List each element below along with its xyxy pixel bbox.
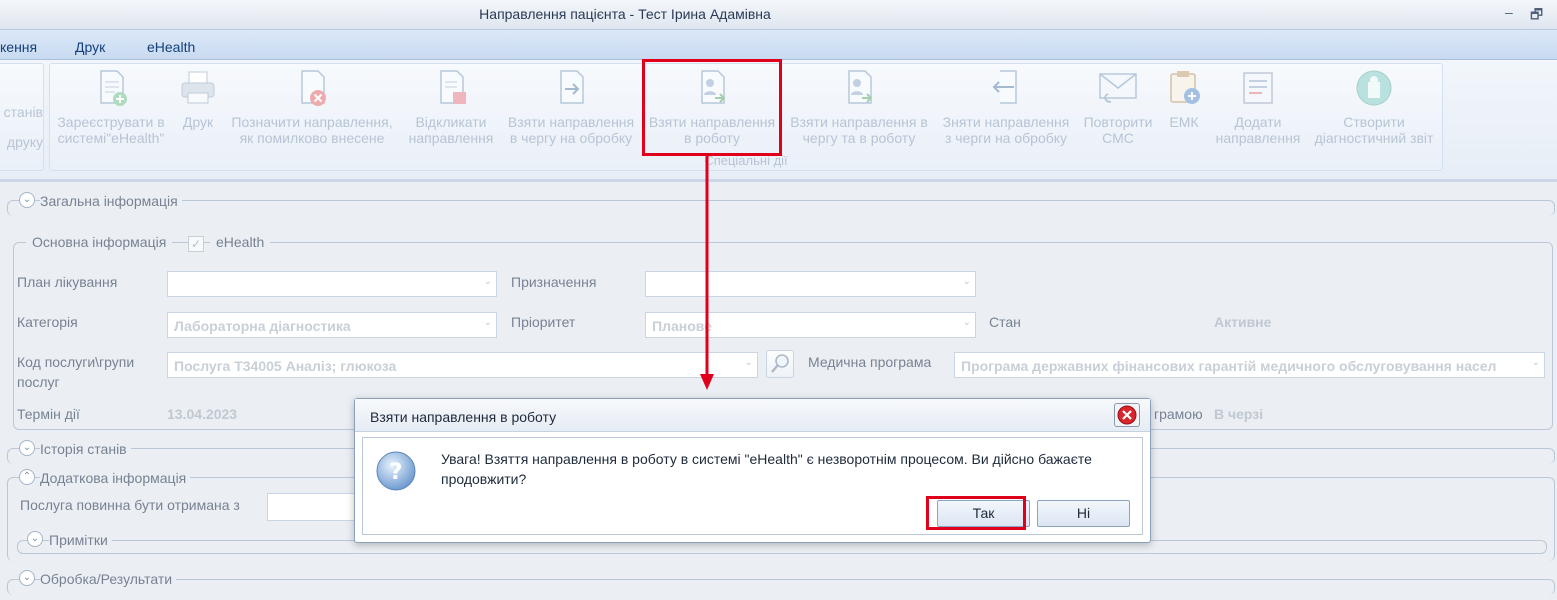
confirm-dialog: Взяти направлення в роботу ? Увага! Взят… [354,398,1151,543]
dialog-close-button[interactable] [1114,403,1140,427]
no-button[interactable]: Ні [1037,500,1130,527]
dialog-title: Взяти направлення в роботу [370,409,557,425]
svg-text:?: ? [390,460,403,485]
close-icon [1117,405,1137,425]
highlight-yes-button [926,496,1026,530]
arrow-down-head [700,374,714,390]
dialog-titlebar: Взяти направлення в роботу [355,399,1150,432]
question-icon: ? [376,451,416,491]
dialog-message: Увага! Взяття направлення в роботу в сис… [441,451,1092,487]
